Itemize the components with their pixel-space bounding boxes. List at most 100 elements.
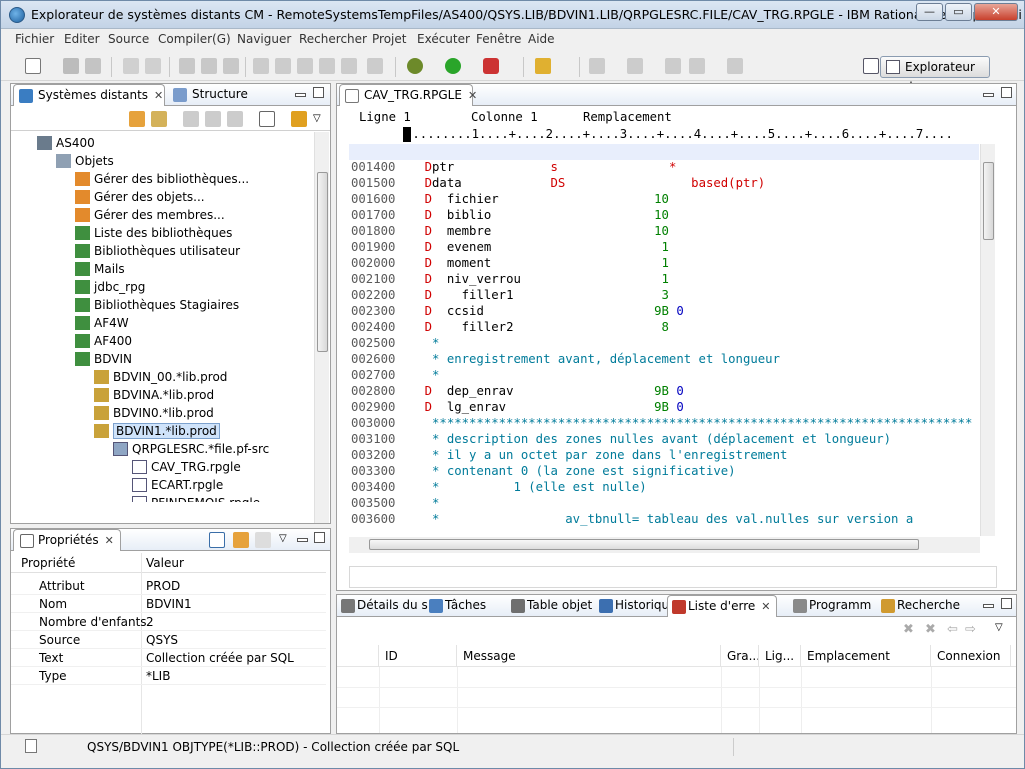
home-icon[interactable]	[227, 111, 243, 127]
refresh-icon[interactable]	[151, 111, 167, 127]
restore-default-icon[interactable]	[255, 532, 271, 548]
filter-tool-icon[interactable]	[297, 58, 313, 74]
maximize-button[interactable]: ▭	[945, 3, 972, 21]
scrollbar-thumb[interactable]	[983, 162, 994, 240]
last-edit-icon[interactable]	[665, 58, 681, 74]
close-icon[interactable]: ✕	[154, 89, 163, 102]
tab-error-list[interactable]: Liste d'erre ✕	[667, 595, 778, 617]
tab-structure[interactable]: Structure	[168, 84, 254, 106]
code-line[interactable]: 002500 *	[349, 336, 975, 352]
code-line[interactable]: 002100 D niv_verrou 1	[349, 272, 975, 288]
new-connection-icon[interactable]	[129, 111, 145, 127]
close-icon[interactable]: ✕	[468, 89, 477, 102]
code-line[interactable]: 003600 * av_tbnull= tableau des val.null…	[349, 512, 975, 528]
menu-projet[interactable]: Projet	[372, 32, 406, 46]
remove-icon[interactable]: ✖	[903, 622, 914, 637]
link-editor-icon[interactable]	[291, 111, 307, 127]
back-icon[interactable]	[689, 58, 705, 74]
menu-naviguer[interactable]: Naviguer	[237, 32, 291, 46]
property-row[interactable]: Nombre d'enfants 2	[11, 613, 326, 631]
next-annotation-icon[interactable]	[589, 58, 605, 74]
code-line[interactable]: 001900 D evenem 1	[349, 240, 975, 256]
code-line[interactable]: 002000 D moment 1	[349, 256, 975, 272]
tab-properties[interactable]: Propriétés ✕	[13, 529, 121, 551]
pause-icon[interactable]	[201, 58, 217, 74]
save-icon[interactable]	[63, 58, 79, 74]
code-line[interactable]: 001600 D fichier 10	[349, 192, 975, 208]
property-row[interactable]: Type *LIB	[11, 667, 326, 685]
structure-icon[interactable]	[275, 58, 291, 74]
menu-executer[interactable]: Exécuter	[417, 32, 470, 46]
back-nav-icon[interactable]	[183, 111, 199, 127]
code-line[interactable]: 001500 Ddata DS based(ptr)	[349, 176, 975, 192]
run-app-icon[interactable]	[445, 58, 461, 74]
property-row[interactable]: Text Collection créée par SQL	[11, 649, 326, 667]
property-row[interactable]: Source QSYS	[11, 631, 326, 649]
maximize-view-icon[interactable]	[1001, 87, 1012, 98]
open-perspective-icon[interactable]	[863, 58, 879, 74]
column-id[interactable]: ID	[379, 645, 457, 667]
column-emplacement[interactable]: Emplacement	[801, 645, 931, 667]
pen-icon[interactable]	[535, 58, 551, 74]
tab-search[interactable]: Recherche	[877, 595, 966, 617]
minimize-view-icon[interactable]	[295, 93, 306, 97]
redo-icon[interactable]	[145, 58, 161, 74]
code-line[interactable]: 003400 * 1 (elle est nulle)	[349, 480, 975, 496]
maximize-view-icon[interactable]	[313, 87, 324, 98]
print-icon[interactable]	[85, 58, 101, 74]
advanced-icon[interactable]	[233, 532, 249, 548]
code-line[interactable]: 002400 D filler2 8	[349, 320, 975, 336]
remove-all-icon[interactable]: ✖	[925, 622, 936, 637]
new-icon[interactable]	[25, 58, 41, 74]
code-line[interactable]: 002600 * enregistrement avant, déplaceme…	[349, 352, 975, 368]
collapse-all-icon[interactable]	[259, 111, 275, 127]
view-menu-icon[interactable]: ▽	[279, 533, 287, 544]
menu-compiler[interactable]: Compiler(G)	[158, 32, 231, 46]
minimize-view-icon[interactable]	[983, 93, 994, 97]
code-line[interactable]: 003000 *********************************…	[349, 416, 975, 432]
scrollbar-thumb[interactable]	[369, 539, 919, 550]
forward-icon[interactable]	[727, 58, 743, 74]
close-window-button[interactable]: ✕	[974, 3, 1018, 21]
menu-aide[interactable]: Aide	[528, 32, 555, 46]
menu-fenetre[interactable]: Fenêtre	[476, 32, 521, 46]
menu-editer[interactable]: Editer	[64, 32, 100, 46]
table-tool-icon[interactable]	[319, 58, 335, 74]
maximize-view-icon[interactable]	[314, 532, 325, 543]
run-icon[interactable]	[223, 58, 239, 74]
next-error-icon[interactable]: ⇨	[965, 622, 976, 637]
code-line[interactable]: 002800 D dep_enrav 9B 0	[349, 384, 975, 400]
minimize-button[interactable]: —	[916, 3, 943, 21]
code-line[interactable]: 002300 D ccsid 9B 0	[349, 304, 975, 320]
column-ligne[interactable]: Lig...	[759, 645, 801, 667]
property-row[interactable]: Nom BDVIN1	[11, 595, 326, 613]
code-line[interactable]: 002200 D filler1 3	[349, 288, 975, 304]
tab-table[interactable]: Table objet	[507, 595, 598, 617]
undo-icon[interactable]	[123, 58, 139, 74]
tab-tasks[interactable]: Tâches	[425, 595, 492, 617]
forward-nav-icon[interactable]	[205, 111, 221, 127]
code-area[interactable]: 001300 *=========== définition des param…	[349, 144, 979, 536]
code-line[interactable]: 003100 * description des zones nulles av…	[349, 432, 975, 448]
chart-tool-icon[interactable]	[341, 58, 357, 74]
minimize-view-icon[interactable]	[983, 604, 994, 608]
maximize-view-icon[interactable]	[1001, 598, 1012, 609]
view-menu-icon[interactable]: ▽	[995, 622, 1003, 633]
menu-source[interactable]: Source	[108, 32, 149, 46]
close-icon[interactable]: ✕	[761, 600, 770, 613]
code-line[interactable]: 001400 Dptr s *	[349, 160, 975, 176]
debug-icon[interactable]	[407, 58, 423, 74]
editor-vscrollbar[interactable]	[980, 144, 995, 536]
categories-icon[interactable]	[209, 532, 225, 548]
editor-hscrollbar[interactable]	[349, 537, 980, 553]
tree-scrollbar[interactable]	[314, 132, 329, 523]
command-line-input[interactable]	[349, 566, 997, 588]
external-tools-icon[interactable]	[483, 58, 499, 74]
stop-icon[interactable]	[179, 58, 195, 74]
tab-program[interactable]: Programm	[789, 595, 877, 617]
tab-remote-systems[interactable]: Systèmes distants ✕	[13, 84, 165, 106]
prev-annotation-icon[interactable]	[627, 58, 643, 74]
menu-rechercher[interactable]: Rechercher	[299, 32, 367, 46]
minimize-view-icon[interactable]	[297, 538, 308, 542]
column-message[interactable]: Message	[457, 645, 721, 667]
